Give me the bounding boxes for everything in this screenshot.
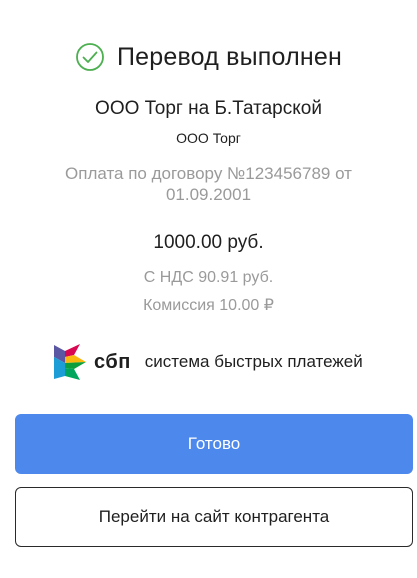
check-circle-icon	[76, 43, 104, 71]
sbp-full-label: система быстрых платежей	[144, 352, 363, 371]
merchant-name: ООО Торг на Б.Татарской	[95, 98, 322, 119]
sbp-logo-icon	[54, 344, 86, 380]
merchant-short-name: ООО Торг	[176, 130, 241, 146]
page-title: Перевод выполнен	[116, 42, 342, 71]
go-to-merchant-site-button[interactable]: Перейти на сайт контрагента	[15, 487, 413, 547]
payment-purpose: Оплата по договору №123456789 от 01.09.2…	[65, 164, 352, 204]
payment-success-screen: Перевод выполнен ООО Торг на Б.Татарской…	[0, 0, 417, 578]
sbp-short-label: сбп	[94, 350, 131, 373]
fee-amount: Комиссия 10.00 ₽	[143, 297, 274, 314]
vat-amount: С НДС 90.91 руб.	[143, 269, 274, 286]
payment-amount: 1000.00 руб.	[153, 232, 264, 253]
done-button[interactable]: Готово	[15, 414, 413, 474]
header: Перевод выполнен	[0, 42, 417, 72]
sbp-branding: сбп система быстрых платежей	[52, 343, 363, 381]
